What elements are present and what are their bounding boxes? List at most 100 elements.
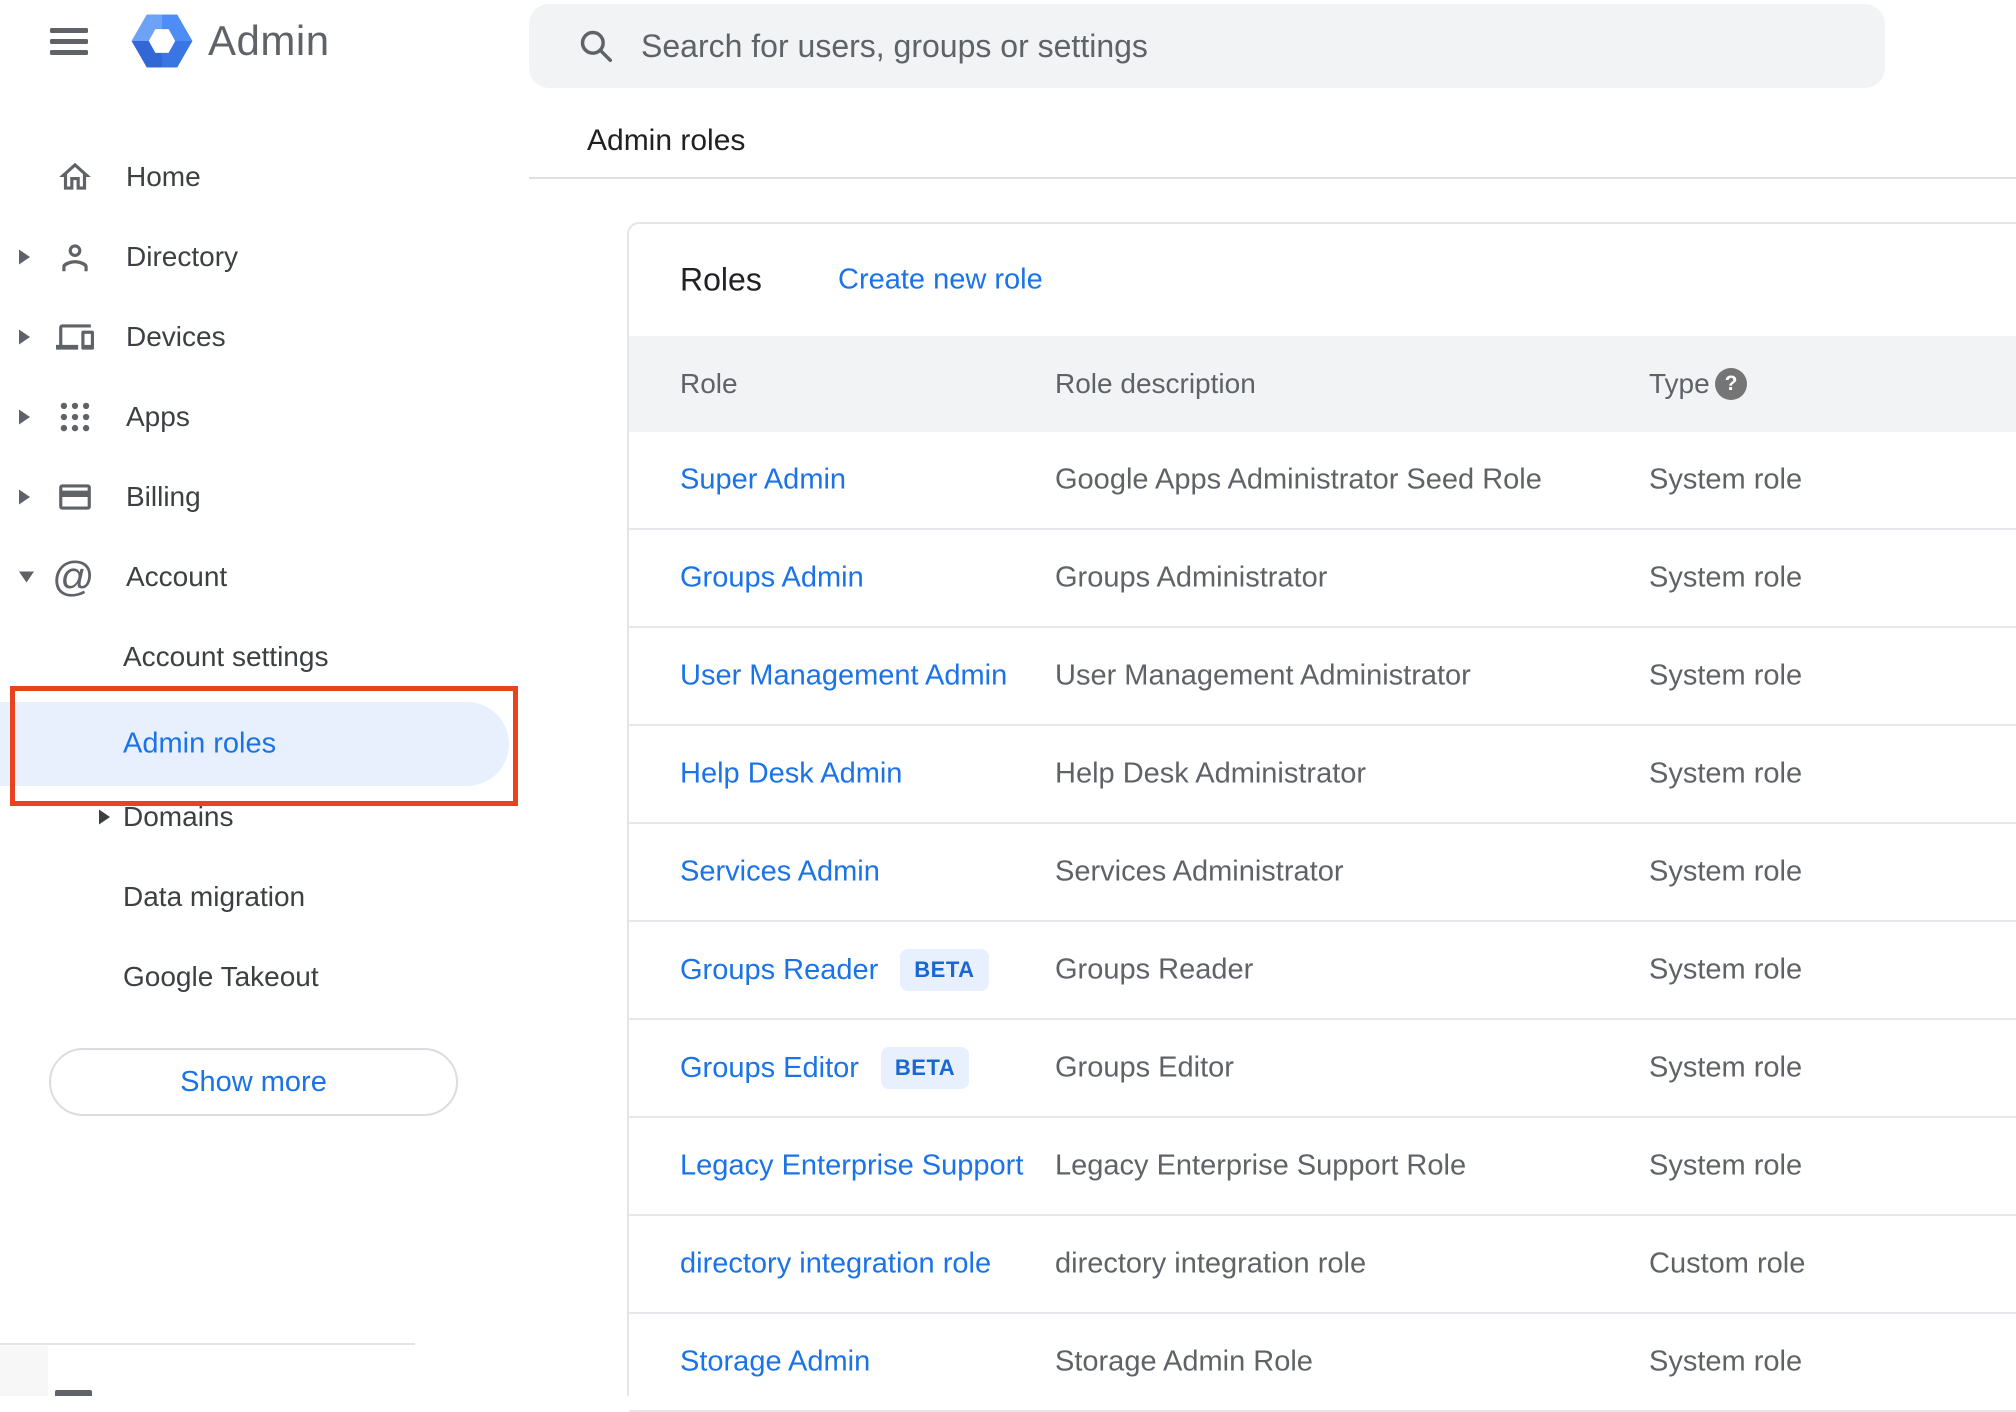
sidebar-item-label: Directory bbox=[126, 241, 239, 272]
role-cell: directory integration role bbox=[680, 1248, 991, 1281]
role-description-cell: Services Administrator bbox=[1055, 855, 1344, 888]
sidebar-item-label: Domains bbox=[123, 801, 234, 832]
role-link[interactable]: Groups Admin bbox=[680, 562, 864, 595]
role-link[interactable]: Storage Admin bbox=[680, 1346, 870, 1379]
show-more-label: Show more bbox=[180, 1065, 327, 1098]
role-cell: Help Desk Admin bbox=[680, 758, 902, 791]
chevron-right-icon bbox=[19, 409, 30, 425]
role-description-cell: Groups Editor bbox=[1055, 1051, 1234, 1084]
role-type-cell: System role bbox=[1649, 1345, 1803, 1378]
sidebar-item-apps[interactable]: Apps bbox=[0, 377, 415, 457]
column-header-description: Role description bbox=[1055, 368, 1256, 399]
role-type-cell: System role bbox=[1649, 659, 1803, 692]
role-link[interactable]: Services Admin bbox=[680, 856, 880, 889]
role-type-cell: System role bbox=[1649, 463, 1803, 496]
role-cell: Legacy Enterprise Support bbox=[680, 1150, 1023, 1183]
hamburger-menu-icon[interactable] bbox=[50, 26, 90, 58]
roles-table-body: Super Admin Google Apps Administrator Se… bbox=[629, 432, 2016, 1412]
sidebar: Admin Home Directory Devices Apps Billin… bbox=[0, 0, 520, 1396]
sidebar-item-domains[interactable]: Domains bbox=[0, 784, 415, 850]
header-divider bbox=[529, 177, 2016, 179]
chevron-right-icon bbox=[19, 489, 30, 505]
role-link[interactable]: Groups Reader bbox=[680, 954, 878, 987]
home-icon bbox=[59, 162, 91, 190]
sidebar-item-label: Data migration bbox=[123, 881, 306, 912]
admin-logo: Admin bbox=[128, 6, 330, 76]
roles-panel-header: Roles Create new role bbox=[629, 224, 2016, 336]
role-description-cell: Groups Reader bbox=[1055, 953, 1254, 986]
table-row: Storage Admin Storage Admin Role System … bbox=[629, 1314, 2016, 1412]
partial-icon bbox=[55, 1390, 92, 1396]
role-type-cell: System role bbox=[1649, 1149, 1803, 1182]
chevron-right-icon bbox=[19, 249, 30, 265]
admin-hexagon-icon bbox=[131, 14, 193, 68]
role-link[interactable]: Groups Editor bbox=[680, 1052, 859, 1085]
sidebar-item-label: Account bbox=[126, 561, 228, 592]
table-row: Groups Editor BETA Groups Editor System … bbox=[629, 1020, 2016, 1118]
role-link[interactable]: directory integration role bbox=[680, 1248, 991, 1281]
table-row: Groups Reader BETA Groups Reader System … bbox=[629, 922, 2016, 1020]
sidebar-item-account-settings[interactable]: Account settings bbox=[0, 624, 415, 690]
column-header-type: Type bbox=[1649, 368, 1710, 399]
role-cell: Super Admin bbox=[680, 464, 846, 497]
table-row: Super Admin Google Apps Administrator Se… bbox=[629, 432, 2016, 530]
role-description-cell: Groups Administrator bbox=[1055, 561, 1328, 594]
column-header-role: Role bbox=[680, 368, 738, 399]
chevron-right-icon bbox=[19, 329, 30, 345]
sidebar-item-billing[interactable]: Billing bbox=[0, 457, 415, 537]
table-row: User Management Admin User Management Ad… bbox=[629, 628, 2016, 726]
role-link[interactable]: Super Admin bbox=[680, 464, 846, 497]
role-cell: Groups Reader BETA bbox=[680, 949, 989, 991]
sidebar-item-label: Google Takeout bbox=[123, 961, 319, 992]
sidebar-item-account[interactable]: @ Account bbox=[0, 537, 415, 617]
beta-badge: BETA bbox=[880, 1047, 970, 1089]
sidebar-item-devices[interactable]: Devices bbox=[0, 297, 415, 377]
sidebar-item-label: Billing bbox=[126, 481, 201, 512]
sidebar-item-label: Apps bbox=[126, 401, 190, 432]
role-description-cell: Legacy Enterprise Support Role bbox=[1055, 1149, 1467, 1182]
sidebar-item-label: Admin roles bbox=[123, 727, 277, 760]
sidebar-item-label: Account settings bbox=[123, 641, 329, 672]
table-row: Groups Admin Groups Administrator System… bbox=[629, 530, 2016, 628]
chevron-down-icon bbox=[19, 571, 34, 583]
role-cell: User Management Admin bbox=[680, 660, 1007, 693]
role-cell: Services Admin bbox=[680, 856, 880, 889]
table-row: directory integration role directory int… bbox=[629, 1216, 2016, 1314]
role-type-cell: System role bbox=[1649, 855, 1803, 888]
chevron-right-icon bbox=[99, 809, 110, 825]
credit-card-icon bbox=[59, 484, 91, 510]
sidebar-item-admin-roles[interactable]: Admin roles bbox=[0, 702, 509, 786]
role-description-cell: User Management Administrator bbox=[1055, 659, 1471, 692]
role-type-cell: System role bbox=[1649, 757, 1803, 790]
app-title: Admin bbox=[208, 17, 330, 64]
role-link[interactable]: Help Desk Admin bbox=[680, 758, 902, 791]
search-icon bbox=[580, 30, 612, 62]
role-link[interactable]: Legacy Enterprise Support bbox=[680, 1150, 1023, 1183]
table-header-row: Role Role description Type ? bbox=[629, 336, 2016, 432]
role-type-cell: System role bbox=[1649, 953, 1803, 986]
sidebar-item-directory[interactable]: Directory bbox=[0, 217, 415, 297]
partial-item-highlight bbox=[0, 1346, 48, 1396]
sidebar-footer-divider bbox=[0, 1343, 415, 1345]
sidebar-item-label: Devices bbox=[126, 321, 226, 352]
sidebar-item-data-migration[interactable]: Data migration bbox=[0, 864, 415, 930]
beta-badge: BETA bbox=[900, 949, 989, 991]
sidebar-item-google-takeout[interactable]: Google Takeout bbox=[0, 944, 415, 1010]
role-description-cell: Storage Admin Role bbox=[1055, 1345, 1313, 1378]
search-input[interactable] bbox=[641, 4, 1841, 88]
role-link[interactable]: User Management Admin bbox=[680, 660, 1007, 693]
table-row: Help Desk Admin Help Desk Administrator … bbox=[629, 726, 2016, 824]
role-description-cell: Help Desk Administrator bbox=[1055, 757, 1367, 790]
help-icon[interactable]: ? bbox=[1715, 368, 1747, 400]
roles-panel: Roles Create new role Role Role descript… bbox=[627, 222, 2016, 1412]
role-cell: Groups Editor BETA bbox=[680, 1047, 970, 1089]
sidebar-item-home[interactable]: Home bbox=[0, 137, 415, 217]
role-type-cell: System role bbox=[1649, 1051, 1803, 1084]
create-new-role-link[interactable]: Create new role bbox=[838, 264, 1043, 297]
table-row: Services Admin Services Administrator Sy… bbox=[629, 824, 2016, 922]
apps-grid-icon bbox=[60, 402, 90, 432]
role-cell: Groups Admin bbox=[680, 562, 864, 595]
table-row: Legacy Enterprise Support Legacy Enterpr… bbox=[629, 1118, 2016, 1216]
search-bar[interactable] bbox=[529, 4, 1885, 88]
show-more-button[interactable]: Show more bbox=[49, 1048, 458, 1116]
